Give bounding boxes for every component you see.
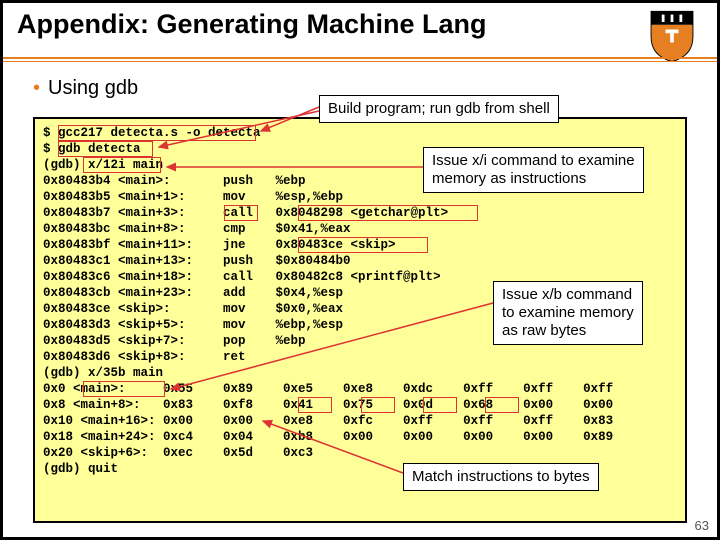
annotation-build: Build program; run gdb from shell bbox=[319, 95, 559, 123]
bullet-item: • Using gdb bbox=[33, 77, 138, 100]
annotation-text: as raw bytes bbox=[502, 322, 586, 339]
bullet-dot-icon: • bbox=[33, 77, 40, 99]
highlight-box bbox=[298, 205, 478, 221]
highlight-box bbox=[58, 141, 153, 157]
annotation-xb: Issue x/b command to examine memory as r… bbox=[493, 281, 643, 345]
slide: Appendix: Generating Machine Lang • Using… bbox=[0, 0, 720, 540]
annotation-text: Build program; run gdb from shell bbox=[328, 100, 550, 117]
highlight-box bbox=[224, 205, 258, 221]
annotation-match: Match instructions to bytes bbox=[403, 463, 599, 491]
highlight-box bbox=[298, 397, 332, 413]
bullet-text: Using gdb bbox=[48, 77, 138, 99]
annotation-text: memory as instructions bbox=[432, 170, 586, 187]
highlight-box bbox=[423, 397, 457, 413]
highlight-box bbox=[58, 125, 256, 141]
highlight-box bbox=[361, 397, 395, 413]
annotation-xi: Issue x/i command to examine memory as i… bbox=[423, 147, 644, 193]
annotation-text: to examine memory bbox=[502, 304, 634, 321]
highlight-box bbox=[298, 237, 428, 253]
divider bbox=[3, 57, 717, 59]
page-number: 63 bbox=[695, 518, 709, 533]
divider bbox=[3, 61, 717, 62]
highlight-box bbox=[83, 157, 161, 173]
highlight-box bbox=[83, 381, 165, 397]
princeton-shield-icon bbox=[647, 9, 697, 63]
highlight-box bbox=[485, 397, 519, 413]
annotation-text: Issue x/b command bbox=[502, 286, 632, 303]
annotation-text: Issue x/i command to examine bbox=[432, 152, 635, 169]
annotation-text: Match instructions to bytes bbox=[412, 468, 590, 485]
page-title: Appendix: Generating Machine Lang bbox=[17, 9, 487, 40]
